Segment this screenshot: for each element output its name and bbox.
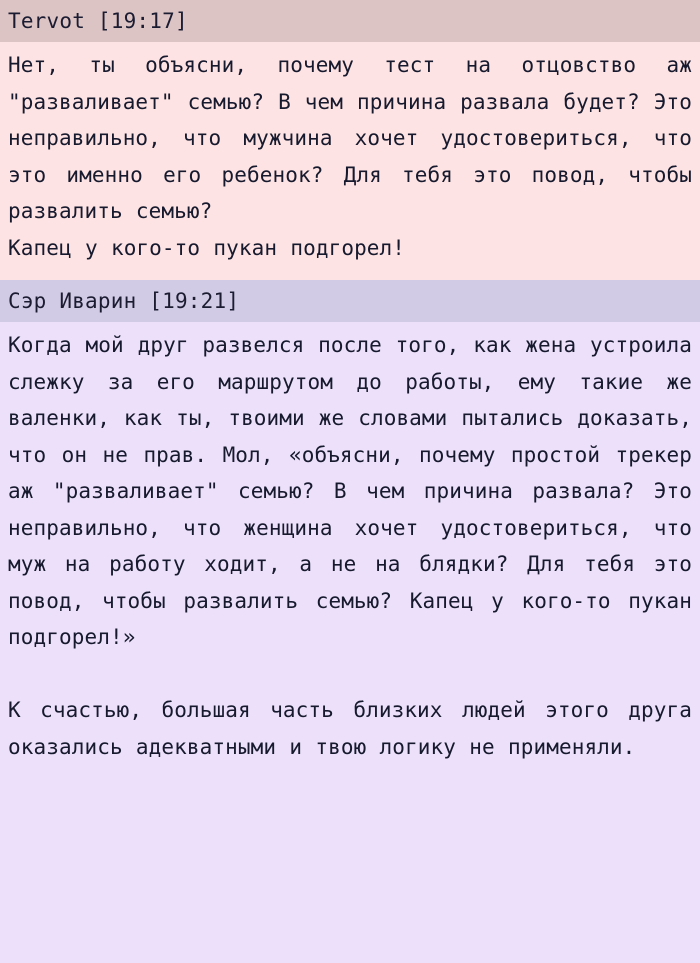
post-body-text: Нет, ты объясни, почему тест на отцовств… — [0, 42, 700, 280]
post-header-author-and-time: Сэр Иварин [19:21] — [0, 280, 700, 322]
post-body-text: Когда мой друг развелся после того, как … — [0, 322, 700, 785]
forum-thread: Tervot [19:17] Нет, ты объясни, почему т… — [0, 0, 700, 785]
forum-post: Tervot [19:17] Нет, ты объясни, почему т… — [0, 0, 700, 280]
post-header-author-and-time: Tervot [19:17] — [0, 0, 700, 42]
forum-post: Сэр Иварин [19:21] Когда мой друг развел… — [0, 280, 700, 785]
